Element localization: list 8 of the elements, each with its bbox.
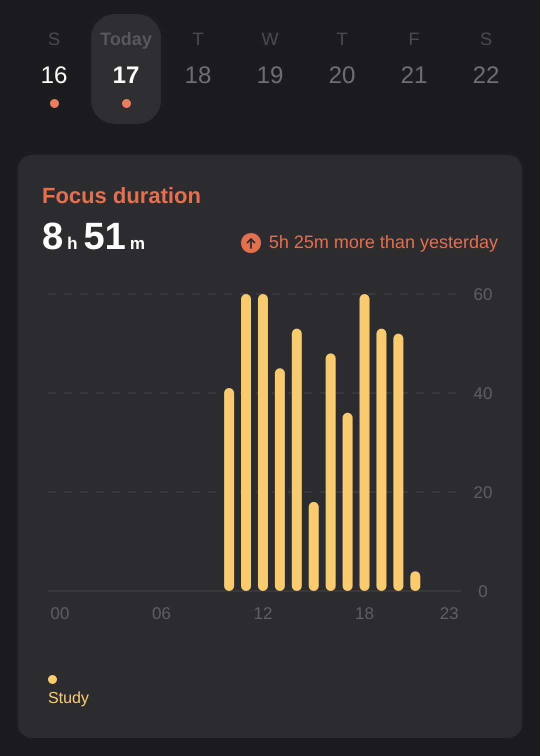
comparison-text: 5h 25m more than yesterday [268, 232, 498, 253]
card-title: Focus duration [42, 183, 202, 209]
minutes-unit: m [130, 234, 145, 254]
minutes-value: 51 [84, 215, 126, 259]
bar [410, 571, 420, 591]
hours-unit: h [67, 234, 78, 254]
legend-label: Study [48, 690, 89, 708]
hours-value: 8 [42, 215, 64, 259]
